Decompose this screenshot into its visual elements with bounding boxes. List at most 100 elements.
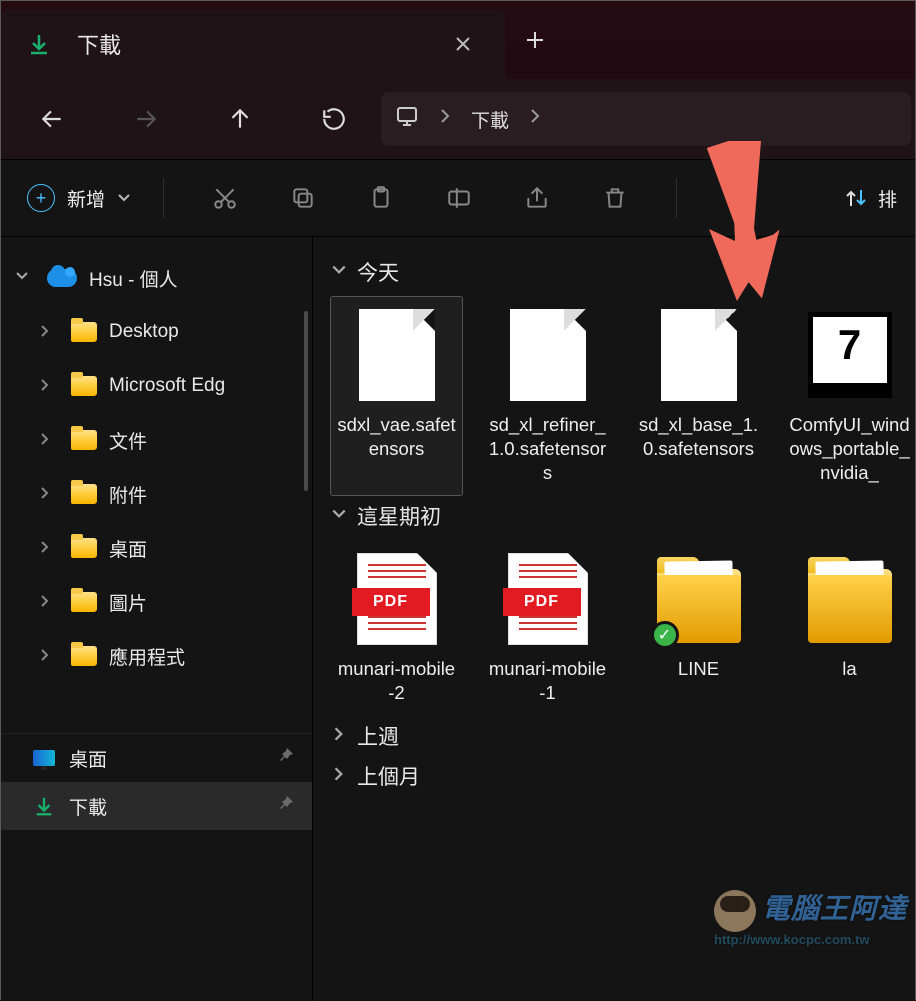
sidebar-item[interactable]: 文件 (1, 413, 312, 467)
breadcrumb-current[interactable]: 下載 (471, 106, 509, 133)
sidebar-item[interactable]: 附件 (1, 467, 312, 521)
file-label: munari-mobile-1 (486, 657, 609, 705)
file-icon (661, 309, 737, 401)
address-bar[interactable]: 下載 (381, 92, 911, 146)
new-tab-button[interactable] (505, 1, 565, 79)
quick-downloads[interactable]: 下載 (1, 782, 312, 830)
file-item[interactable]: PDF munari-mobile-1 (482, 541, 613, 715)
sort-button[interactable]: 排 (844, 185, 897, 212)
chevron-right-icon (39, 483, 59, 505)
chevron-down-icon (117, 191, 131, 205)
chevron-right-icon (39, 591, 59, 613)
chevron-right-icon (39, 537, 59, 559)
file-label: sdxl_vae.safetensors (335, 413, 458, 461)
pdf-icon: PDF (357, 553, 437, 645)
sidebar-item-label: Desktop (109, 321, 179, 343)
file-item[interactable]: sd_xl_base_1.0.safetensors (633, 297, 764, 495)
file-label: la (842, 657, 856, 681)
file-content-area: 今天 sdxl_vae.safetensors sd_xl_refiner_1.0.… (313, 237, 915, 1001)
folder-icon (808, 569, 892, 643)
chevron-right-icon (331, 764, 347, 788)
chevron-right-icon (39, 429, 59, 451)
rename-button[interactable] (422, 174, 496, 222)
group-header[interactable]: 上個月 (331, 761, 915, 791)
file-item[interactable]: PDF munari-mobile-2 (331, 541, 462, 715)
file-item[interactable]: sdxl_vae.safetensors (331, 297, 462, 495)
file-label: sd_xl_base_1.0.safetensors (637, 413, 760, 461)
group-header[interactable]: 這星期初 (331, 501, 915, 531)
quick-item-label: 桌面 (69, 745, 107, 772)
file-label: munari-mobile-2 (335, 657, 458, 705)
sidebar: Hsu - 個人 Desktop Microsoft Edg 文件 附件 桌面 … (1, 237, 313, 1001)
sidebar-item-label: 文件 (109, 427, 147, 454)
sidebar-item[interactable]: 應用程式 (1, 629, 312, 683)
toolbar-separator (676, 178, 677, 218)
scrollbar-thumb[interactable] (304, 311, 308, 491)
file-icon (510, 309, 586, 401)
chevron-right-icon (39, 321, 59, 343)
sidebar-item-label: Microsoft Edg (109, 375, 225, 397)
chevron-right-icon[interactable] (527, 108, 543, 130)
folder-icon: ✓ (657, 569, 741, 643)
file-item[interactable]: ✓ LINE (633, 541, 764, 715)
paste-button[interactable] (344, 174, 418, 222)
group-title: 這星期初 (357, 501, 441, 531)
share-button[interactable] (500, 174, 574, 222)
group-title: 上個月 (357, 761, 420, 791)
new-button[interactable]: + 新增 (19, 184, 139, 212)
tab-downloads[interactable]: 下載 (1, 9, 505, 79)
folder-icon (71, 322, 97, 342)
sidebar-item-label: 應用程式 (109, 643, 185, 670)
chevron-right-icon (39, 645, 59, 667)
chevron-down-icon (331, 260, 347, 284)
archive-icon: 7 (808, 312, 892, 398)
new-button-label: 新增 (67, 185, 105, 212)
sidebar-item[interactable]: 桌面 (1, 521, 312, 575)
pin-icon (278, 795, 294, 817)
back-button[interactable] (5, 93, 99, 145)
folder-icon (71, 484, 97, 504)
quick-item-label: 下載 (69, 793, 107, 820)
sidebar-item[interactable]: 圖片 (1, 575, 312, 629)
plus-circle-icon: + (27, 184, 55, 212)
forward-button[interactable] (99, 93, 193, 145)
nav-bar: 下載 (1, 79, 915, 159)
tab-strip: 下載 (1, 1, 915, 79)
group-header[interactable]: 今天 (331, 257, 915, 287)
close-tab-button[interactable] (443, 35, 483, 53)
pdf-icon: PDF (508, 553, 588, 645)
sidebar-item-label: 桌面 (109, 535, 147, 562)
group-title: 今天 (357, 257, 399, 287)
quick-desktop[interactable]: 桌面 (1, 734, 312, 782)
sidebar-root-onedrive[interactable]: Hsu - 個人 (1, 251, 312, 305)
chevron-down-icon (15, 267, 35, 289)
sort-label: 排 (878, 185, 897, 212)
refresh-button[interactable] (287, 93, 381, 145)
file-label: ComfyUI_windows_portable_nvidia_ (788, 413, 911, 485)
cut-button[interactable] (188, 174, 262, 222)
folder-icon (71, 592, 97, 612)
copy-button[interactable] (266, 174, 340, 222)
up-button[interactable] (193, 93, 287, 145)
file-label: LINE (678, 657, 719, 681)
download-icon (27, 32, 51, 56)
download-icon (33, 795, 55, 817)
group-header[interactable]: 上週 (331, 721, 915, 751)
file-item[interactable]: 7 ComfyUI_windows_portable_nvidia_ (784, 297, 915, 495)
onedrive-icon (47, 269, 77, 287)
sidebar-item[interactable]: Desktop (1, 305, 312, 359)
delete-button[interactable] (578, 174, 652, 222)
file-item[interactable]: sd_xl_refiner_1.0.safetensors (482, 297, 613, 495)
sidebar-root-label: Hsu - 個人 (89, 265, 178, 292)
pin-icon (278, 747, 294, 769)
folder-icon (71, 646, 97, 666)
toolbar: + 新增 排 (1, 159, 915, 237)
folder-icon (71, 538, 97, 558)
chevron-down-icon (331, 504, 347, 528)
sidebar-item-label: 附件 (109, 481, 147, 508)
chevron-right-icon (39, 375, 59, 397)
file-item[interactable]: la (784, 541, 915, 715)
folder-icon (71, 376, 97, 396)
sidebar-item[interactable]: Microsoft Edg (1, 359, 312, 413)
chevron-right-icon (331, 724, 347, 748)
